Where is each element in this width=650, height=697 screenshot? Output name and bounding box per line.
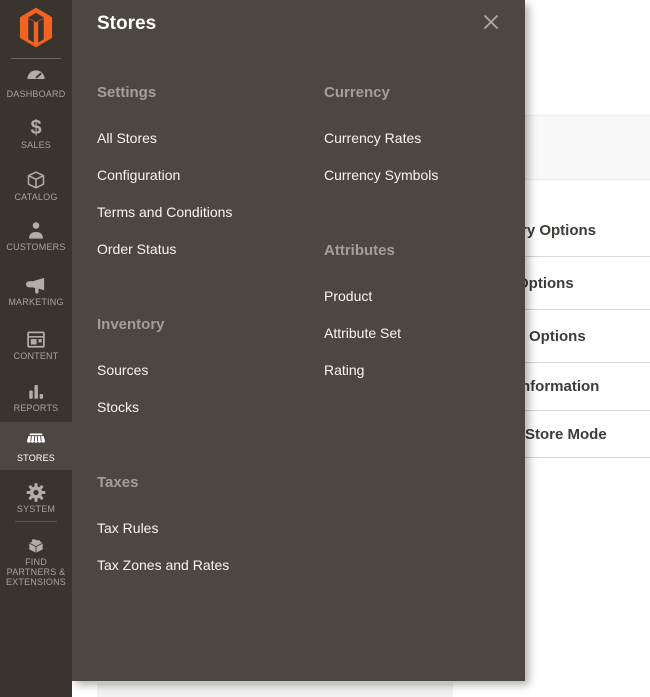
menu-item-stocks[interactable]: Stocks	[97, 388, 315, 425]
section-title-currency: Currency	[324, 83, 514, 103]
sidebar-item-label: SYSTEM	[0, 504, 72, 514]
dashboard-icon	[0, 66, 72, 89]
sidebar-item-system[interactable]: SYSTEM	[0, 481, 72, 514]
accordion-section-label: Options	[529, 328, 586, 345]
section-title-inventory: Inventory	[97, 315, 315, 335]
sidebar-item-sales[interactable]: $ SALES	[0, 117, 72, 150]
storefront-icon	[0, 430, 72, 453]
sidebar-item-reports[interactable]: REPORTS	[0, 380, 72, 413]
menu-item-currency-symbols[interactable]: Currency Symbols	[324, 156, 514, 193]
dollar-sign-icon: $	[0, 117, 72, 140]
section-title-settings: Settings	[97, 83, 315, 103]
menu-item-configuration[interactable]: Configuration	[97, 156, 315, 193]
close-icon	[483, 14, 499, 30]
menu-item-all-stores[interactable]: All Stores	[97, 119, 315, 156]
layout-icon	[0, 328, 72, 351]
magento-logo-icon	[19, 7, 53, 48]
accordion-section-label: Store Mode	[525, 426, 607, 443]
accordion-section-label: Options	[517, 275, 574, 292]
magento-logo[interactable]	[19, 7, 53, 48]
brick-icon	[0, 534, 72, 557]
menu-item-product[interactable]: Product	[324, 277, 514, 314]
admin-sidebar: DASHBOARD $ SALES CATALOG	[0, 0, 72, 697]
sidebar-item-find-partners-extensions[interactable]: FIND PARTNERS & EXTENSIONS	[0, 534, 72, 587]
stores-flyout-menu: Stores Settings All Stores Configuration…	[72, 0, 525, 681]
accordion-section-label: ry Options	[521, 222, 596, 239]
menu-item-sources[interactable]: Sources	[97, 351, 315, 388]
sidebar-item-label: CONTENT	[0, 351, 72, 361]
section-attributes: Attributes Product Attribute Set Rating	[324, 241, 514, 388]
menu-item-terms-and-conditions[interactable]: Terms and Conditions	[97, 193, 315, 230]
flyout-column-right: Currency Currency Rates Currency Symbols…	[324, 83, 514, 436]
section-title-taxes: Taxes	[97, 473, 315, 493]
sidebar-divider	[15, 521, 57, 522]
sidebar-item-label: SALES	[0, 140, 72, 150]
magento-admin-screen: ry Options Options Options nformation St…	[0, 0, 650, 697]
sidebar-item-label: MARKETING	[0, 297, 72, 307]
section-settings: Settings All Stores Configuration Terms …	[97, 83, 315, 267]
section-inventory: Inventory Sources Stocks	[97, 315, 315, 425]
page-bottom-panel	[97, 683, 453, 697]
flyout-title: Stores	[97, 13, 156, 35]
menu-item-order-status[interactable]: Order Status	[97, 230, 315, 267]
megaphone-icon	[0, 274, 72, 297]
sidebar-item-dashboard[interactable]: DASHBOARD	[0, 66, 72, 99]
menu-item-currency-rates[interactable]: Currency Rates	[324, 119, 514, 156]
section-title-attributes: Attributes	[324, 241, 514, 261]
sidebar-item-content[interactable]: CONTENT	[0, 328, 72, 361]
sidebar-item-label: STORES	[0, 453, 72, 463]
accordion-section-label: nformation	[521, 378, 599, 395]
person-icon	[0, 219, 72, 242]
menu-item-attribute-set[interactable]: Attribute Set	[324, 314, 514, 351]
sidebar-item-marketing[interactable]: MARKETING	[0, 274, 72, 307]
box-icon	[0, 169, 72, 192]
flyout-column-left: Settings All Stores Configuration Terms …	[97, 83, 315, 631]
menu-item-rating[interactable]: Rating	[324, 351, 514, 388]
sidebar-item-stores[interactable]: STORES	[0, 422, 72, 470]
sidebar-item-label: REPORTS	[0, 403, 72, 413]
sidebar-item-label: CUSTOMERS	[0, 242, 72, 252]
sidebar-divider	[11, 58, 61, 59]
section-currency: Currency Currency Rates Currency Symbols	[324, 83, 514, 193]
gear-icon	[0, 481, 72, 504]
section-taxes: Taxes Tax Rules Tax Zones and Rates	[97, 473, 315, 583]
sidebar-item-catalog[interactable]: CATALOG	[0, 169, 72, 202]
close-button[interactable]	[481, 13, 501, 33]
bar-chart-icon	[0, 380, 72, 403]
sidebar-item-label: FIND PARTNERS & EXTENSIONS	[0, 557, 72, 587]
sidebar-item-customers[interactable]: CUSTOMERS	[0, 219, 72, 252]
sidebar-item-label: CATALOG	[0, 192, 72, 202]
menu-item-tax-rules[interactable]: Tax Rules	[97, 509, 315, 546]
sidebar-item-label: DASHBOARD	[0, 89, 72, 99]
menu-item-tax-zones-and-rates[interactable]: Tax Zones and Rates	[97, 546, 315, 583]
